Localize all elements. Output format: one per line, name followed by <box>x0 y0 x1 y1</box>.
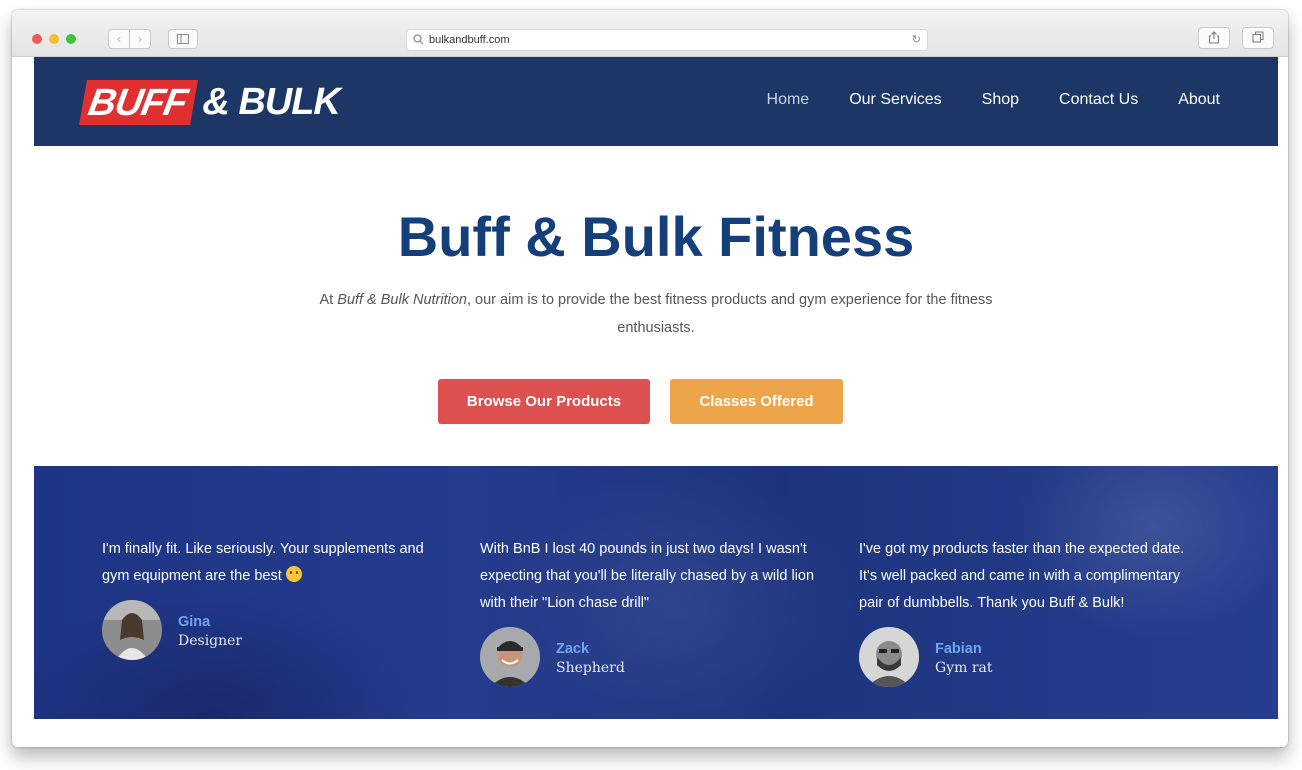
testimonial-card: With BnB I lost 40 pounds in just two da… <box>480 536 825 687</box>
url-text: bulkandbuff.com <box>429 34 510 46</box>
testimonials-section: I'm finally fit. Like seriously. Your su… <box>34 466 1278 719</box>
sidebar-toggle-button[interactable] <box>168 29 198 49</box>
forward-button[interactable]: › <box>130 29 151 49</box>
nav-our-services[interactable]: Our Services <box>849 91 941 109</box>
search-icon <box>413 34 424 45</box>
testimonial-quote: I've got my products faster than the exp… <box>859 541 1185 611</box>
share-button[interactable] <box>1198 27 1230 49</box>
avatar <box>859 627 919 687</box>
window-controls <box>32 34 76 44</box>
hero-intro: At Buff & Bulk Nutrition, our aim is to … <box>284 286 1028 342</box>
testimonial-author: Fabian Gym rat <box>859 627 1204 687</box>
close-window-button[interactable] <box>32 34 42 44</box>
testimonial-card: I'm finally fit. Like seriously. Your su… <box>102 536 447 660</box>
intro-suffix: , our aim is to provide the best fitness… <box>466 292 993 336</box>
nav-shop[interactable]: Shop <box>982 91 1019 109</box>
testimonial-quote: With BnB I lost 40 pounds in just two da… <box>480 541 815 611</box>
smiling-face-icon <box>285 566 302 582</box>
avatar <box>480 627 540 687</box>
browse-products-button[interactable]: Browse Our Products <box>438 379 650 424</box>
logo-text-buff: BUFF <box>85 81 190 124</box>
quote-text: I'm finally fit. Like seriously. Your su… <box>102 541 424 584</box>
zoom-window-button[interactable] <box>66 34 76 44</box>
author-name: Fabian <box>935 641 982 657</box>
testimonial-author: Zack Shepherd <box>480 627 825 687</box>
address-bar[interactable]: bulkandbuff.com ↻ <box>406 29 928 51</box>
intro-prefix: At <box>319 292 338 308</box>
avatar <box>102 600 162 660</box>
hero-section: Buff & Bulk Fitness At Buff & Bulk Nutri… <box>34 146 1278 466</box>
nav-contact-us[interactable]: Contact Us <box>1059 91 1138 109</box>
chevron-right-icon: › <box>138 32 142 46</box>
author-name: Gina <box>178 614 211 630</box>
reload-icon[interactable]: ↻ <box>912 33 921 46</box>
toolbar-actions <box>1198 27 1274 49</box>
site-header: BUFF & BULK Home Our Services Shop Conta… <box>34 57 1278 146</box>
history-buttons: ‹ › <box>108 29 151 49</box>
logo-badge: BUFF <box>79 79 199 125</box>
tabs-icon <box>1252 31 1264 43</box>
author-role: Gym rat <box>935 660 993 676</box>
share-icon <box>1209 31 1219 44</box>
main-nav: Home Our Services Shop Contact Us About <box>767 91 1220 109</box>
logo-text-bulk: & BULK <box>202 80 341 123</box>
avatar-image <box>480 627 540 687</box>
site-logo[interactable]: BUFF & BULK <box>79 77 341 127</box>
webpage: BUFF & BULK Home Our Services Shop Conta… <box>34 57 1278 719</box>
chevron-left-icon: ‹ <box>117 32 121 46</box>
nav-home[interactable]: Home <box>767 91 810 109</box>
avatar-image <box>859 627 919 687</box>
intro-brand: Buff & Bulk Nutrition <box>337 292 467 308</box>
testimonial-card: I've got my products faster than the exp… <box>859 536 1204 687</box>
tabs-button[interactable] <box>1242 27 1274 49</box>
classes-offered-button[interactable]: Classes Offered <box>670 379 843 424</box>
back-button[interactable]: ‹ <box>108 29 130 49</box>
minimize-window-button[interactable] <box>49 34 59 44</box>
browser-toolbar: ‹ › bulkandbuff.com ↻ <box>12 10 1288 57</box>
testimonial-quote: I'm finally fit. Like seriously. Your su… <box>102 536 447 590</box>
sidebar-icon <box>177 34 189 44</box>
browser-window: ‹ › bulkandbuff.com ↻ BUFF & BULK Home O… <box>12 10 1288 747</box>
hero-title: Buff & Bulk Fitness <box>397 205 915 268</box>
author-name: Zack <box>556 641 590 657</box>
author-role: Designer <box>178 633 243 649</box>
avatar-image <box>102 600 162 660</box>
nav-about[interactable]: About <box>1178 91 1220 109</box>
author-role: Shepherd <box>556 660 625 676</box>
testimonial-author: Gina Designer <box>102 600 447 660</box>
